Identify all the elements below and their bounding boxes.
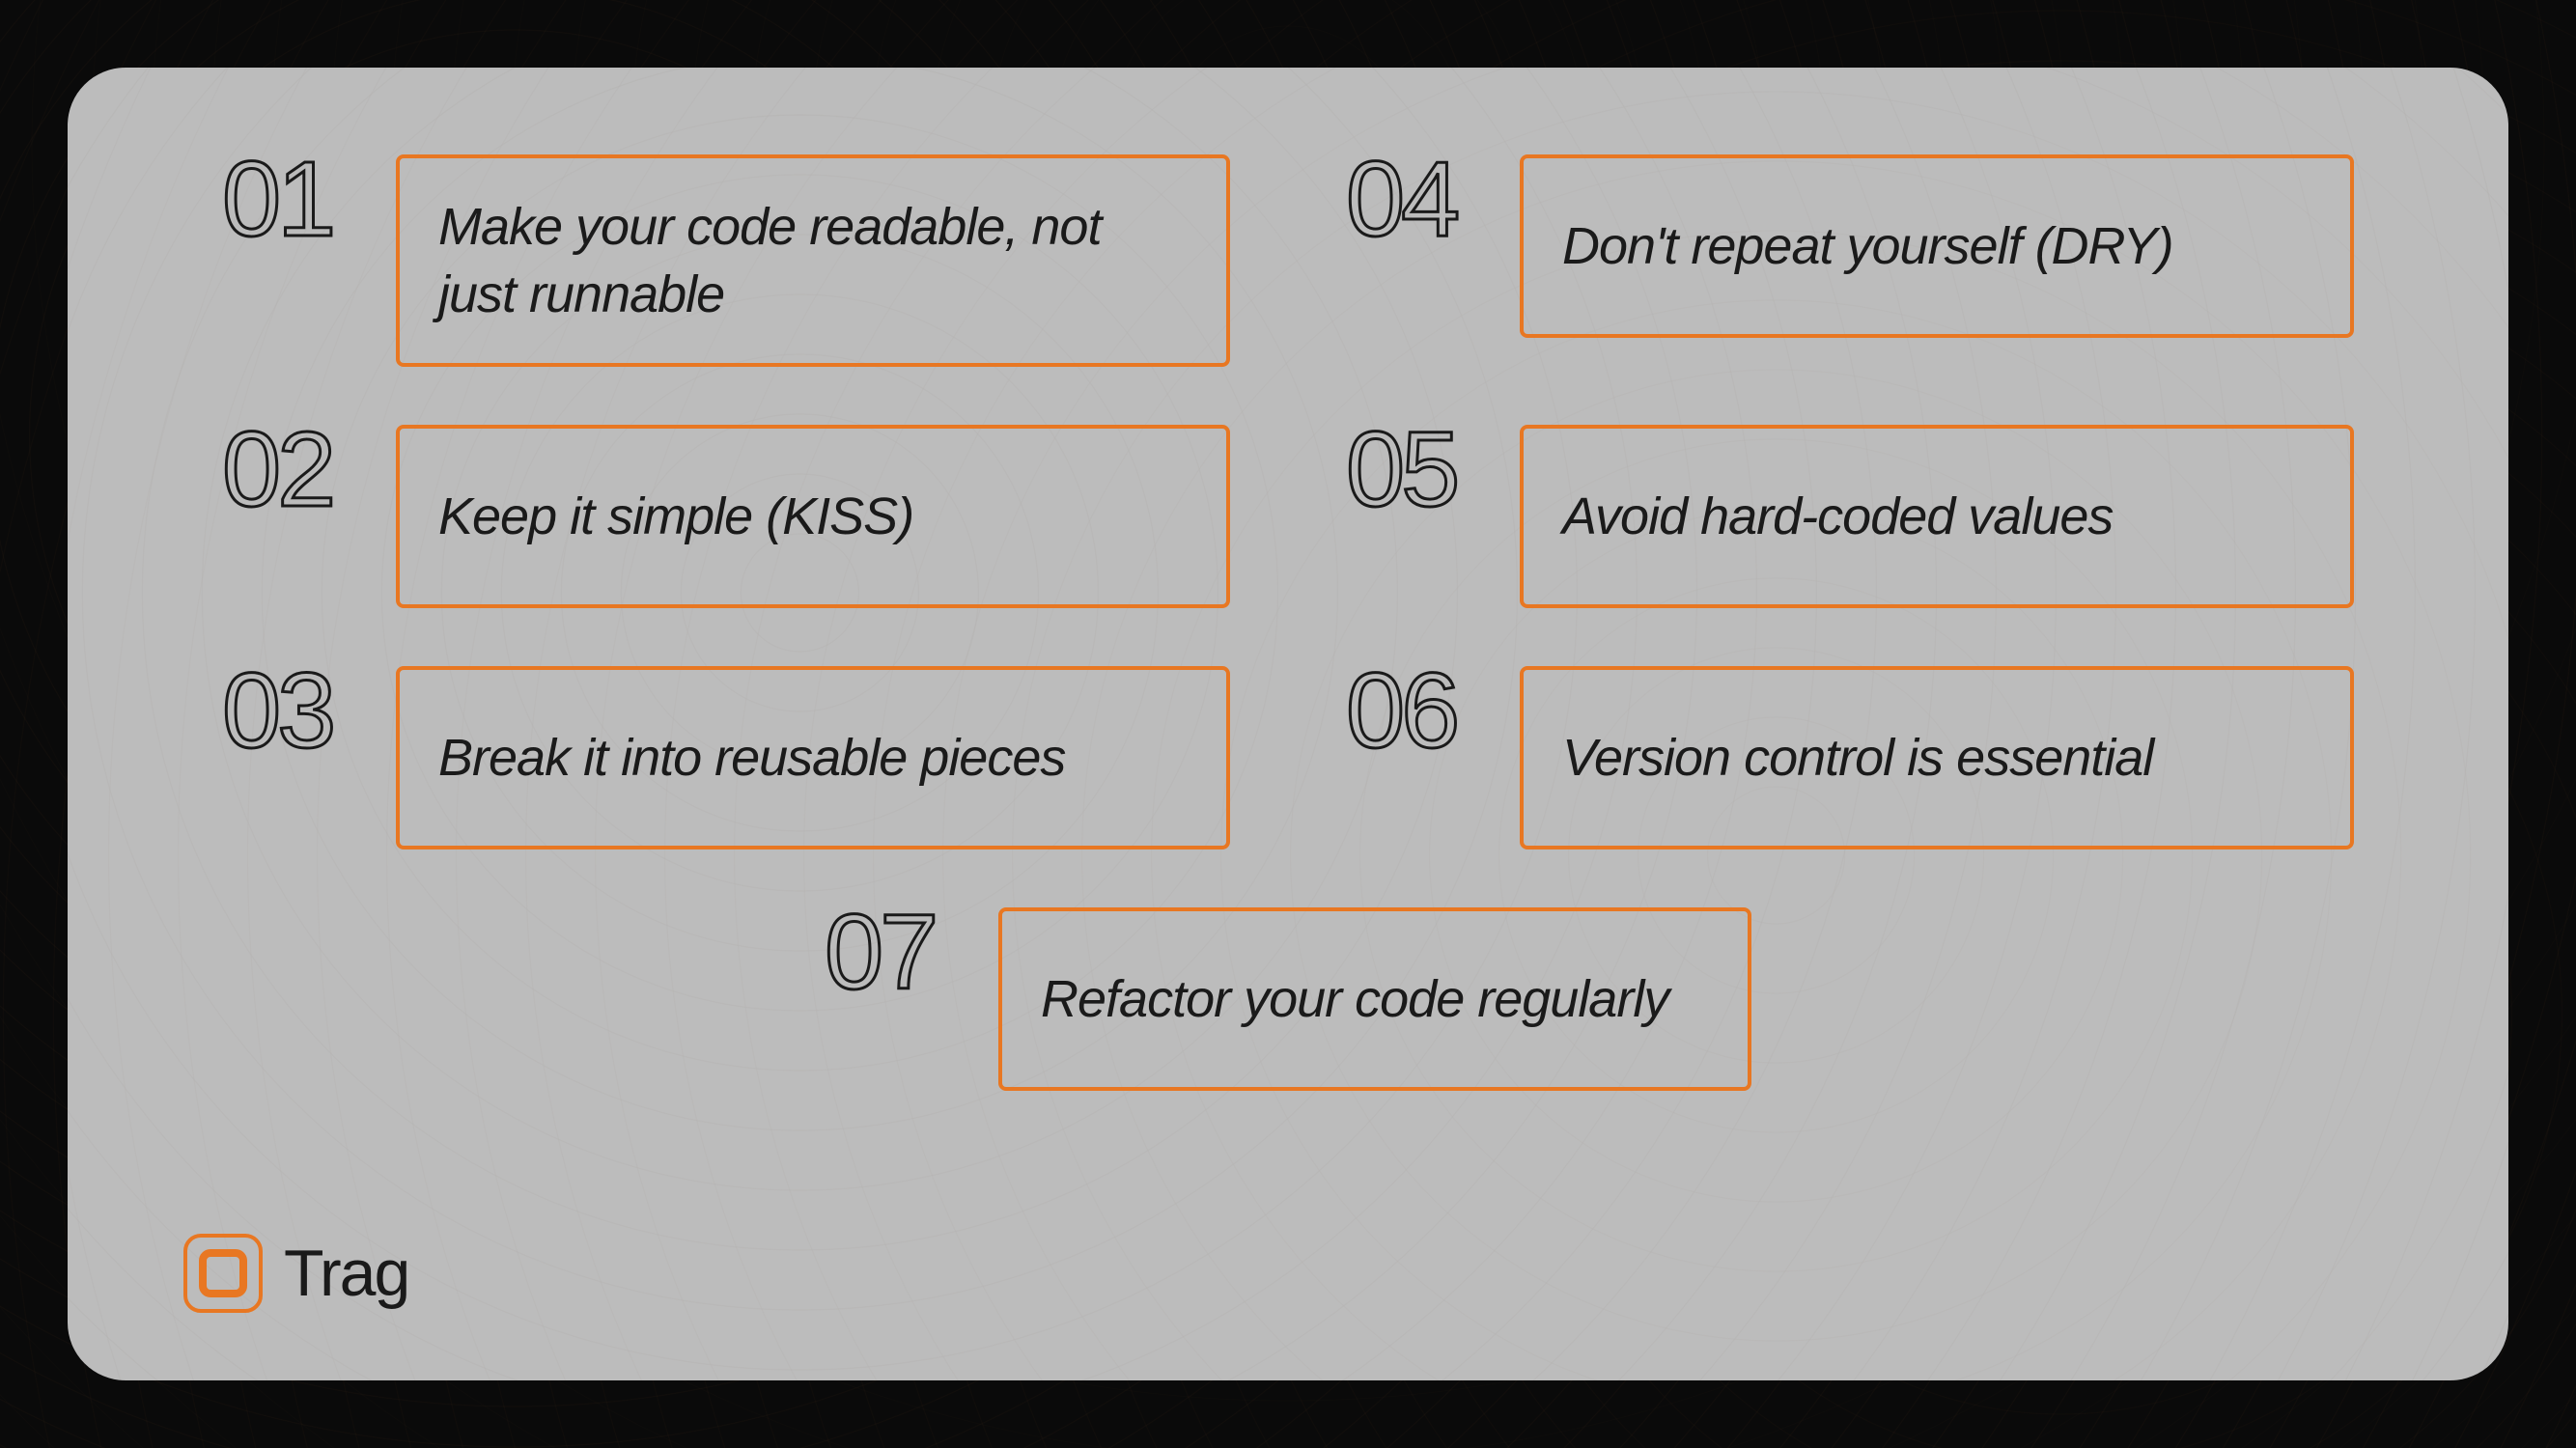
principle-number: 06 [1346, 666, 1491, 757]
principle-item-4: 04 Don't repeat yourself (DRY) [1346, 154, 2354, 367]
brand-name: Trag [284, 1236, 408, 1311]
principle-text: Don't repeat yourself (DRY) [1562, 212, 2173, 280]
principle-item-7: 07 Refactor your code regularly [825, 907, 1751, 1091]
principle-text: Avoid hard-coded values [1562, 483, 2113, 550]
trag-icon [183, 1234, 263, 1313]
principle-number: 03 [222, 666, 367, 757]
principles-grid: 01 Make your code readable, not just run… [222, 154, 2354, 849]
principle-text: Make your code readable, not just runnab… [438, 193, 1188, 328]
principle-box: Don't repeat yourself (DRY) [1520, 154, 2354, 338]
content-card: 01 Make your code readable, not just run… [68, 68, 2508, 1380]
principle-item-6: 06 Version control is essential [1346, 666, 2354, 849]
principle-box: Avoid hard-coded values [1520, 425, 2354, 608]
principle-item-1: 01 Make your code readable, not just run… [222, 154, 1230, 367]
principle-item-3: 03 Break it into reusable pieces [222, 666, 1230, 849]
principle-number: 02 [222, 425, 367, 515]
principle-item-5: 05 Avoid hard-coded values [1346, 425, 2354, 608]
principle-text: Break it into reusable pieces [438, 724, 1065, 792]
principle-box: Keep it simple (KISS) [396, 425, 1230, 608]
principle-box: Version control is essential [1520, 666, 2354, 849]
brand-logo: Trag [183, 1234, 408, 1313]
principle-item-2: 02 Keep it simple (KISS) [222, 425, 1230, 608]
principle-number: 07 [825, 907, 969, 998]
trag-icon-inner [199, 1249, 247, 1297]
principle-box: Make your code readable, not just runnab… [396, 154, 1230, 367]
principle-box: Break it into reusable pieces [396, 666, 1230, 849]
principle-row-7: 07 Refactor your code regularly [222, 907, 2354, 1091]
principle-number: 04 [1346, 154, 1491, 245]
principle-text: Keep it simple (KISS) [438, 483, 913, 550]
principle-box: Refactor your code regularly [998, 907, 1751, 1091]
principle-text: Version control is essential [1562, 724, 2153, 792]
principle-number: 01 [222, 154, 367, 245]
principle-text: Refactor your code regularly [1041, 965, 1668, 1033]
principle-number: 05 [1346, 425, 1491, 515]
